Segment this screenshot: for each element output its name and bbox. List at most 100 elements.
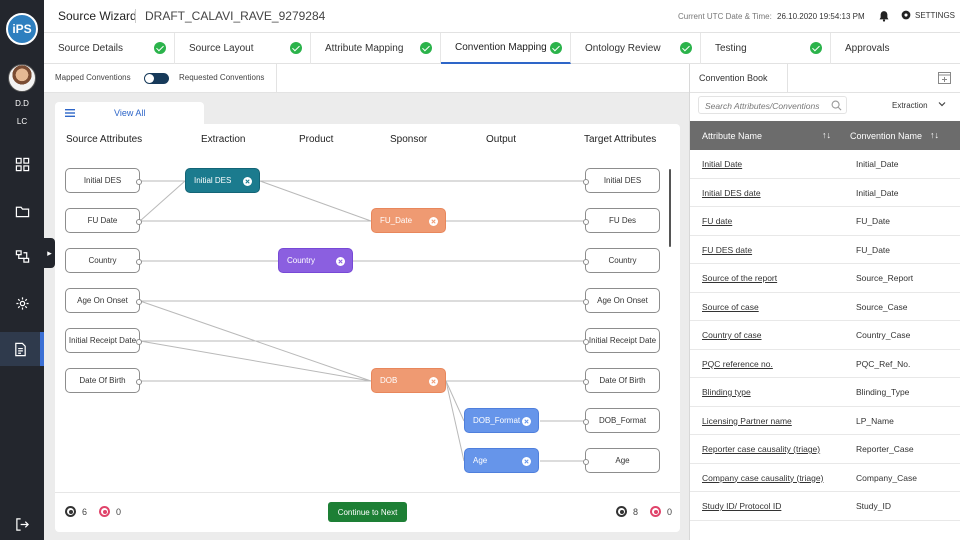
remove-icon[interactable] — [429, 217, 438, 226]
table-row: Initial Date Initial_Date — [690, 150, 960, 179]
convention-name: Source_Report — [856, 273, 914, 283]
attribute-link[interactable]: Blinding type — [702, 387, 751, 397]
sort-attribute-icon[interactable]: ↑↓ — [822, 130, 831, 140]
chip-label: DOB_Format — [473, 416, 521, 425]
canvas-footer: 6 0 Continue to Next 8 0 — [55, 492, 680, 532]
search-input[interactable] — [705, 99, 825, 112]
chip-output-age[interactable]: Age — [464, 448, 539, 473]
attribute-link[interactable]: Initial DES date — [702, 188, 761, 198]
view-all-tab[interactable]: View All — [55, 102, 204, 124]
search-icon[interactable] — [831, 100, 842, 111]
remove-icon[interactable] — [522, 417, 531, 426]
add-convention-icon[interactable] — [938, 72, 951, 84]
tab-convention-book[interactable]: Convention Book — [690, 64, 788, 93]
view-all-label[interactable]: View All — [114, 108, 145, 118]
utc-value: 26.10.2020 19:54:13 PM — [777, 12, 865, 21]
step-source-details[interactable]: Source Details — [44, 33, 175, 64]
step-convention-mapping[interactable]: Convention Mapping — [441, 33, 571, 64]
check-icon — [420, 42, 432, 54]
attribute-link[interactable]: Company case causality (triage) — [702, 473, 823, 483]
document-name: DRAFT_CALAVI_RAVE_9279284 — [145, 9, 326, 23]
wizard-steps: Source Details Source Layout Attribute M… — [44, 33, 960, 64]
table-row: PQC reference no. PQC_Ref_No. — [690, 350, 960, 378]
chip-label: DOB — [380, 376, 398, 385]
remove-icon[interactable] — [429, 377, 438, 386]
gear-icon — [15, 296, 29, 310]
workflow-icon — [15, 249, 29, 263]
chip-sponsor-dob[interactable]: DOB — [371, 368, 446, 393]
chip-label: Age — [473, 456, 488, 465]
app-logo[interactable]: iPS — [6, 13, 38, 45]
table-row: FU DES date FU_Date — [690, 236, 960, 264]
attribute-link[interactable]: PQC reference no. — [702, 359, 773, 369]
canvas-scrollbar[interactable] — [669, 169, 671, 247]
check-icon — [680, 42, 692, 54]
step-testing[interactable]: Testing — [701, 33, 831, 64]
chip-product-country[interactable]: Country — [278, 248, 353, 273]
nav-folders[interactable] — [0, 194, 44, 228]
filter-select[interactable]: Extraction — [884, 96, 952, 114]
source-node-fu-date[interactable]: FU Date — [65, 208, 142, 233]
nav-logout[interactable] — [0, 507, 44, 540]
page-title: Source Wizard — [58, 9, 137, 23]
target-node-initial-des[interactable]: Initial DES — [583, 168, 660, 193]
remove-icon[interactable] — [522, 457, 531, 466]
attribute-link[interactable]: Licensing Partner name — [702, 416, 792, 426]
attribute-link[interactable]: Reporter case causality (triage) — [702, 444, 820, 454]
attribute-link[interactable]: Country of case — [702, 330, 762, 340]
attribute-link[interactable]: Study ID/ Protocol ID — [702, 501, 781, 511]
sort-convention-icon[interactable]: ↑↓ — [930, 130, 939, 140]
chip-sponsor-fu-date[interactable]: FU_Date — [371, 208, 446, 233]
target-mapped-count: 8 — [633, 506, 639, 517]
rail-expand-toggle[interactable]: ▸ — [44, 238, 55, 268]
source-node-date-of-birth[interactable]: Date Of Birth — [65, 368, 142, 393]
attribute-link[interactable]: Initial Date — [702, 159, 742, 169]
target-node-fu-des[interactable]: FU Des — [583, 208, 660, 233]
chip-extraction-initial-des[interactable]: Initial DES — [185, 168, 260, 193]
col-convention-name: Convention Name — [850, 131, 923, 141]
target-node-dob-format[interactable]: DOB_Format — [583, 408, 660, 433]
col-attribute-name: Attribute Name — [702, 131, 763, 141]
continue-button[interactable]: Continue to Next — [328, 502, 407, 522]
remove-icon[interactable] — [243, 177, 252, 186]
conventions-toggle-switch[interactable] — [144, 73, 169, 84]
nav-documents[interactable] — [0, 332, 44, 366]
user-org: LC — [16, 117, 28, 126]
target-node-age-on-onset[interactable]: Age On Onset — [583, 288, 660, 313]
nav-dashboard[interactable] — [0, 147, 44, 181]
table-row: Initial DES date Initial_Date — [690, 179, 960, 207]
step-ontology-review[interactable]: Ontology Review — [571, 33, 701, 64]
menu-icon[interactable] — [65, 109, 75, 117]
attribute-link[interactable]: FU date — [702, 216, 732, 226]
step-approvals[interactable]: Approvals — [831, 33, 960, 64]
mapped-count-icon — [616, 506, 627, 517]
attribute-link[interactable]: Source of the report — [702, 273, 777, 283]
target-node-date-of-birth[interactable]: Date Of Birth — [583, 368, 660, 393]
step-label: Attribute Mapping — [325, 43, 404, 54]
step-attribute-mapping[interactable]: Attribute Mapping — [311, 33, 441, 64]
source-node-country[interactable]: Country — [65, 248, 142, 273]
user-avatar[interactable] — [8, 64, 36, 92]
target-node-initial-receipt-date[interactable]: Initial Receipt Date — [583, 328, 660, 353]
link-receipt-dob — [139, 340, 372, 382]
nav-settings[interactable] — [0, 286, 44, 320]
convention-name: Initial_Date — [856, 159, 899, 169]
chip-output-dob-format[interactable]: DOB_Format — [464, 408, 539, 433]
source-node-initial-des[interactable]: Initial DES — [65, 168, 142, 193]
target-node-country[interactable]: Country — [583, 248, 660, 273]
check-icon — [290, 42, 302, 54]
table-row: Study ID/ Protocol ID Study_ID — [690, 492, 960, 521]
step-source-layout[interactable]: Source Layout — [175, 33, 311, 64]
nav-workflow[interactable] — [0, 239, 44, 273]
source-node-age-on-onset[interactable]: Age On Onset — [65, 288, 142, 313]
target-node-age[interactable]: Age — [583, 448, 660, 473]
attribute-link[interactable]: Source of case — [702, 302, 759, 312]
source-mapped-count: 6 — [82, 506, 88, 517]
convention-toggle-strip: Mapped Conventions Requested Conventions — [44, 64, 689, 93]
attribute-link[interactable]: FU DES date — [702, 245, 752, 255]
settings-button[interactable]: SETTINGS — [901, 10, 955, 20]
mapped-conventions-label: Mapped Conventions — [55, 73, 131, 82]
remove-icon[interactable] — [336, 257, 345, 266]
source-node-initial-receipt-date[interactable]: Initial Receipt Date — [65, 328, 142, 353]
bell-icon[interactable] — [878, 10, 890, 22]
